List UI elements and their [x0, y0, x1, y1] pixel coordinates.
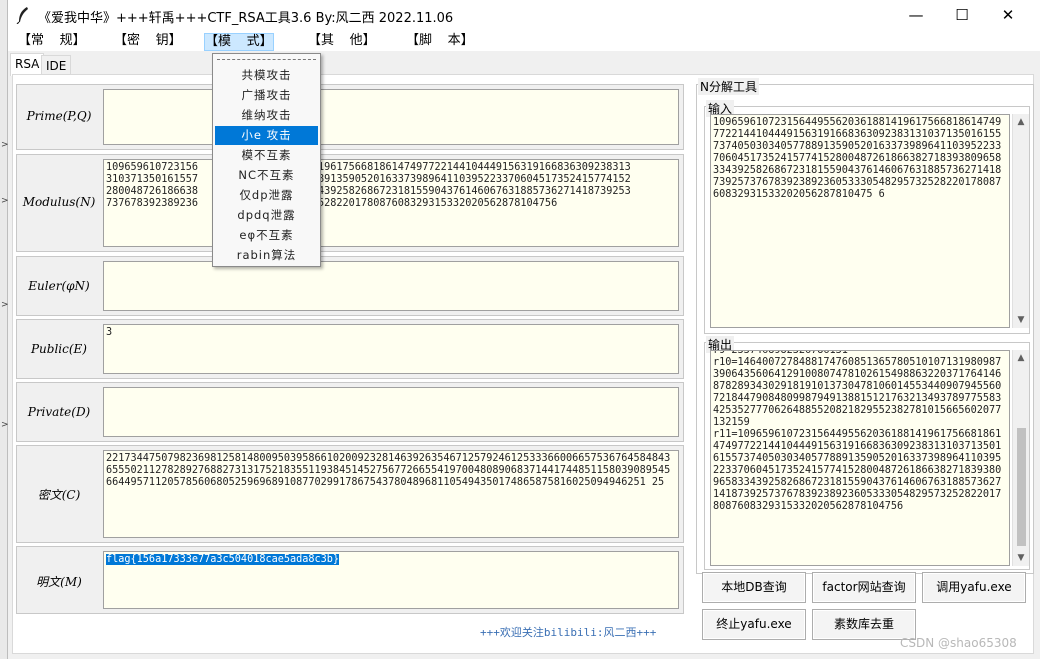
cipher-value: 2217344750798236981258148009503958661020… [106, 453, 671, 488]
modulus-row: Modulus(N) 109659610723156 3103713501615… [16, 154, 684, 252]
tab-ide[interactable]: IDE [41, 55, 72, 76]
background-window-edge: > > > > [0, 0, 9, 659]
public-value: 3 [106, 327, 113, 338]
stop-yafu-button[interactable]: 终止yafu.exe [702, 609, 806, 640]
public-label: Public(E) [30, 342, 87, 356]
scroll-thumb[interactable] [1017, 428, 1026, 546]
private-field[interactable] [103, 387, 679, 437]
modulus-field[interactable]: 109659610723156 310371350161557 28004872… [103, 159, 679, 247]
private-label: Private(D) [27, 405, 91, 419]
tear-off-line[interactable] [217, 59, 316, 60]
plain-field[interactable]: flag{156a17333e77a3c504018cae5ada8c3b} [103, 551, 679, 609]
menu-other[interactable]: 【其 他】 [308, 33, 376, 51]
close-button[interactable]: ✕ [985, 0, 1031, 31]
n-output-field[interactable]: r9=2337468982326786131 r10=1464007278488… [710, 350, 1010, 566]
plain-text-wrap: flag{156a17333e77a3c504018cae5ada8c3b} [106, 554, 676, 566]
euler-label: Euler(φN) [28, 279, 90, 293]
cipher-field[interactable]: 2217344750798236981258148009503958661020… [103, 450, 679, 538]
output-scrollbar[interactable]: ▲ ▼ [1012, 350, 1029, 566]
mode-dropdown-menu: 共模攻击 广播攻击 维纳攻击 小e 攻击 模不互素 NC不互素 仅dp泄露 dp… [212, 53, 321, 267]
input-scrollbar[interactable]: ▲ ▼ [1012, 114, 1029, 328]
cipher-label: 密文(C) [37, 488, 81, 502]
local-db-query-button[interactable]: 本地DB查询 [702, 572, 806, 603]
euler-row: Euler(φN) [16, 256, 684, 316]
modulus-value-right: 1961756681861474977221441044491563191668… [318, 162, 631, 209]
tab-rsa[interactable]: RSA [10, 53, 45, 76]
scroll-up-icon[interactable]: ▲ [1013, 114, 1029, 130]
plain-value: flag{156a17333e77a3c504018cae5ada8c3b} [106, 554, 340, 565]
watermark: CSDN @shao65308 [900, 636, 1017, 650]
prime-row: Prime(P,Q) [16, 84, 684, 150]
public-row: Public(E) 3 [16, 319, 684, 379]
plain-label: 明文(M) [36, 575, 82, 589]
footer-text: +++欢迎关注bilibili:风二西+++ [480, 626, 657, 639]
menu-script[interactable]: 【脚 本】 [406, 33, 474, 51]
minimize-button[interactable]: — [893, 0, 939, 31]
euler-field[interactable] [103, 261, 679, 311]
title-bar: 《爱我中华》+++轩禹+++CTF_RSA工具3.6 By:风二西 2022.1… [8, 0, 1040, 31]
n-output-value: r9=2337468982326786131 r10=1464007278488… [713, 350, 1002, 512]
public-field[interactable]: 3 [103, 324, 679, 374]
dd-dpdq-leak[interactable]: dpdq泄露 [215, 206, 318, 225]
dd-common-modulus[interactable]: 共模攻击 [215, 66, 318, 85]
dd-broadcast[interactable]: 广播攻击 [215, 86, 318, 105]
scroll-down-icon[interactable]: ▼ [1013, 312, 1029, 328]
menu-bar: 【常 规】 【密 钥】 【模 式】 【其 他】 【脚 本】 [8, 31, 1040, 51]
scroll-down-icon[interactable]: ▼ [1013, 550, 1029, 566]
maximize-button[interactable]: ☐ [939, 0, 985, 31]
app-window: 《爱我中华》+++轩禹+++CTF_RSA工具3.6 By:风二西 2022.1… [8, 0, 1040, 659]
menu-general[interactable]: 【常 规】 [18, 33, 86, 51]
prime-field[interactable] [103, 89, 679, 145]
prime-label: Prime(P,Q) [26, 109, 92, 123]
feather-icon [16, 6, 30, 25]
modulus-label: Modulus(N) [22, 195, 96, 209]
dd-rabin[interactable]: rabin算法 [215, 246, 318, 265]
n-input-value: 1096596107231564495562036188141961756681… [713, 117, 1002, 200]
dd-e-phi-non-coprime[interactable]: eφ不互素 [215, 226, 318, 245]
n-input-field[interactable]: 1096596107231564495562036188141961756681… [710, 114, 1010, 328]
modulus-value-left: 109659610723156 310371350161557 28004872… [106, 162, 199, 209]
call-yafu-button[interactable]: 调用yafu.exe [922, 572, 1026, 603]
dd-small-e[interactable]: 小e 攻击 [215, 126, 318, 145]
n-factor-title: N分解工具 [698, 78, 759, 95]
menu-mode[interactable]: 【模 式】 [204, 33, 274, 51]
dd-non-coprime-modulus[interactable]: 模不互素 [215, 146, 318, 165]
plain-row: 明文(M) flag{156a17333e77a3c504018cae5ada8… [16, 546, 684, 614]
dd-nc-non-coprime[interactable]: NC不互素 [215, 166, 318, 185]
cipher-row: 密文(C) 2217344750798236981258148009503958… [16, 445, 684, 543]
scroll-up-icon[interactable]: ▲ [1013, 350, 1029, 366]
private-row: Private(D) [16, 382, 684, 442]
factor-web-query-button[interactable]: factor网站查询 [812, 572, 916, 603]
menu-key[interactable]: 【密 钥】 [114, 33, 182, 51]
dd-dp-leak[interactable]: 仅dp泄露 [215, 186, 318, 205]
dd-wiener[interactable]: 维纳攻击 [215, 106, 318, 125]
window-title: 《爱我中华》+++轩禹+++CTF_RSA工具3.6 By:风二西 2022.1… [38, 11, 454, 26]
